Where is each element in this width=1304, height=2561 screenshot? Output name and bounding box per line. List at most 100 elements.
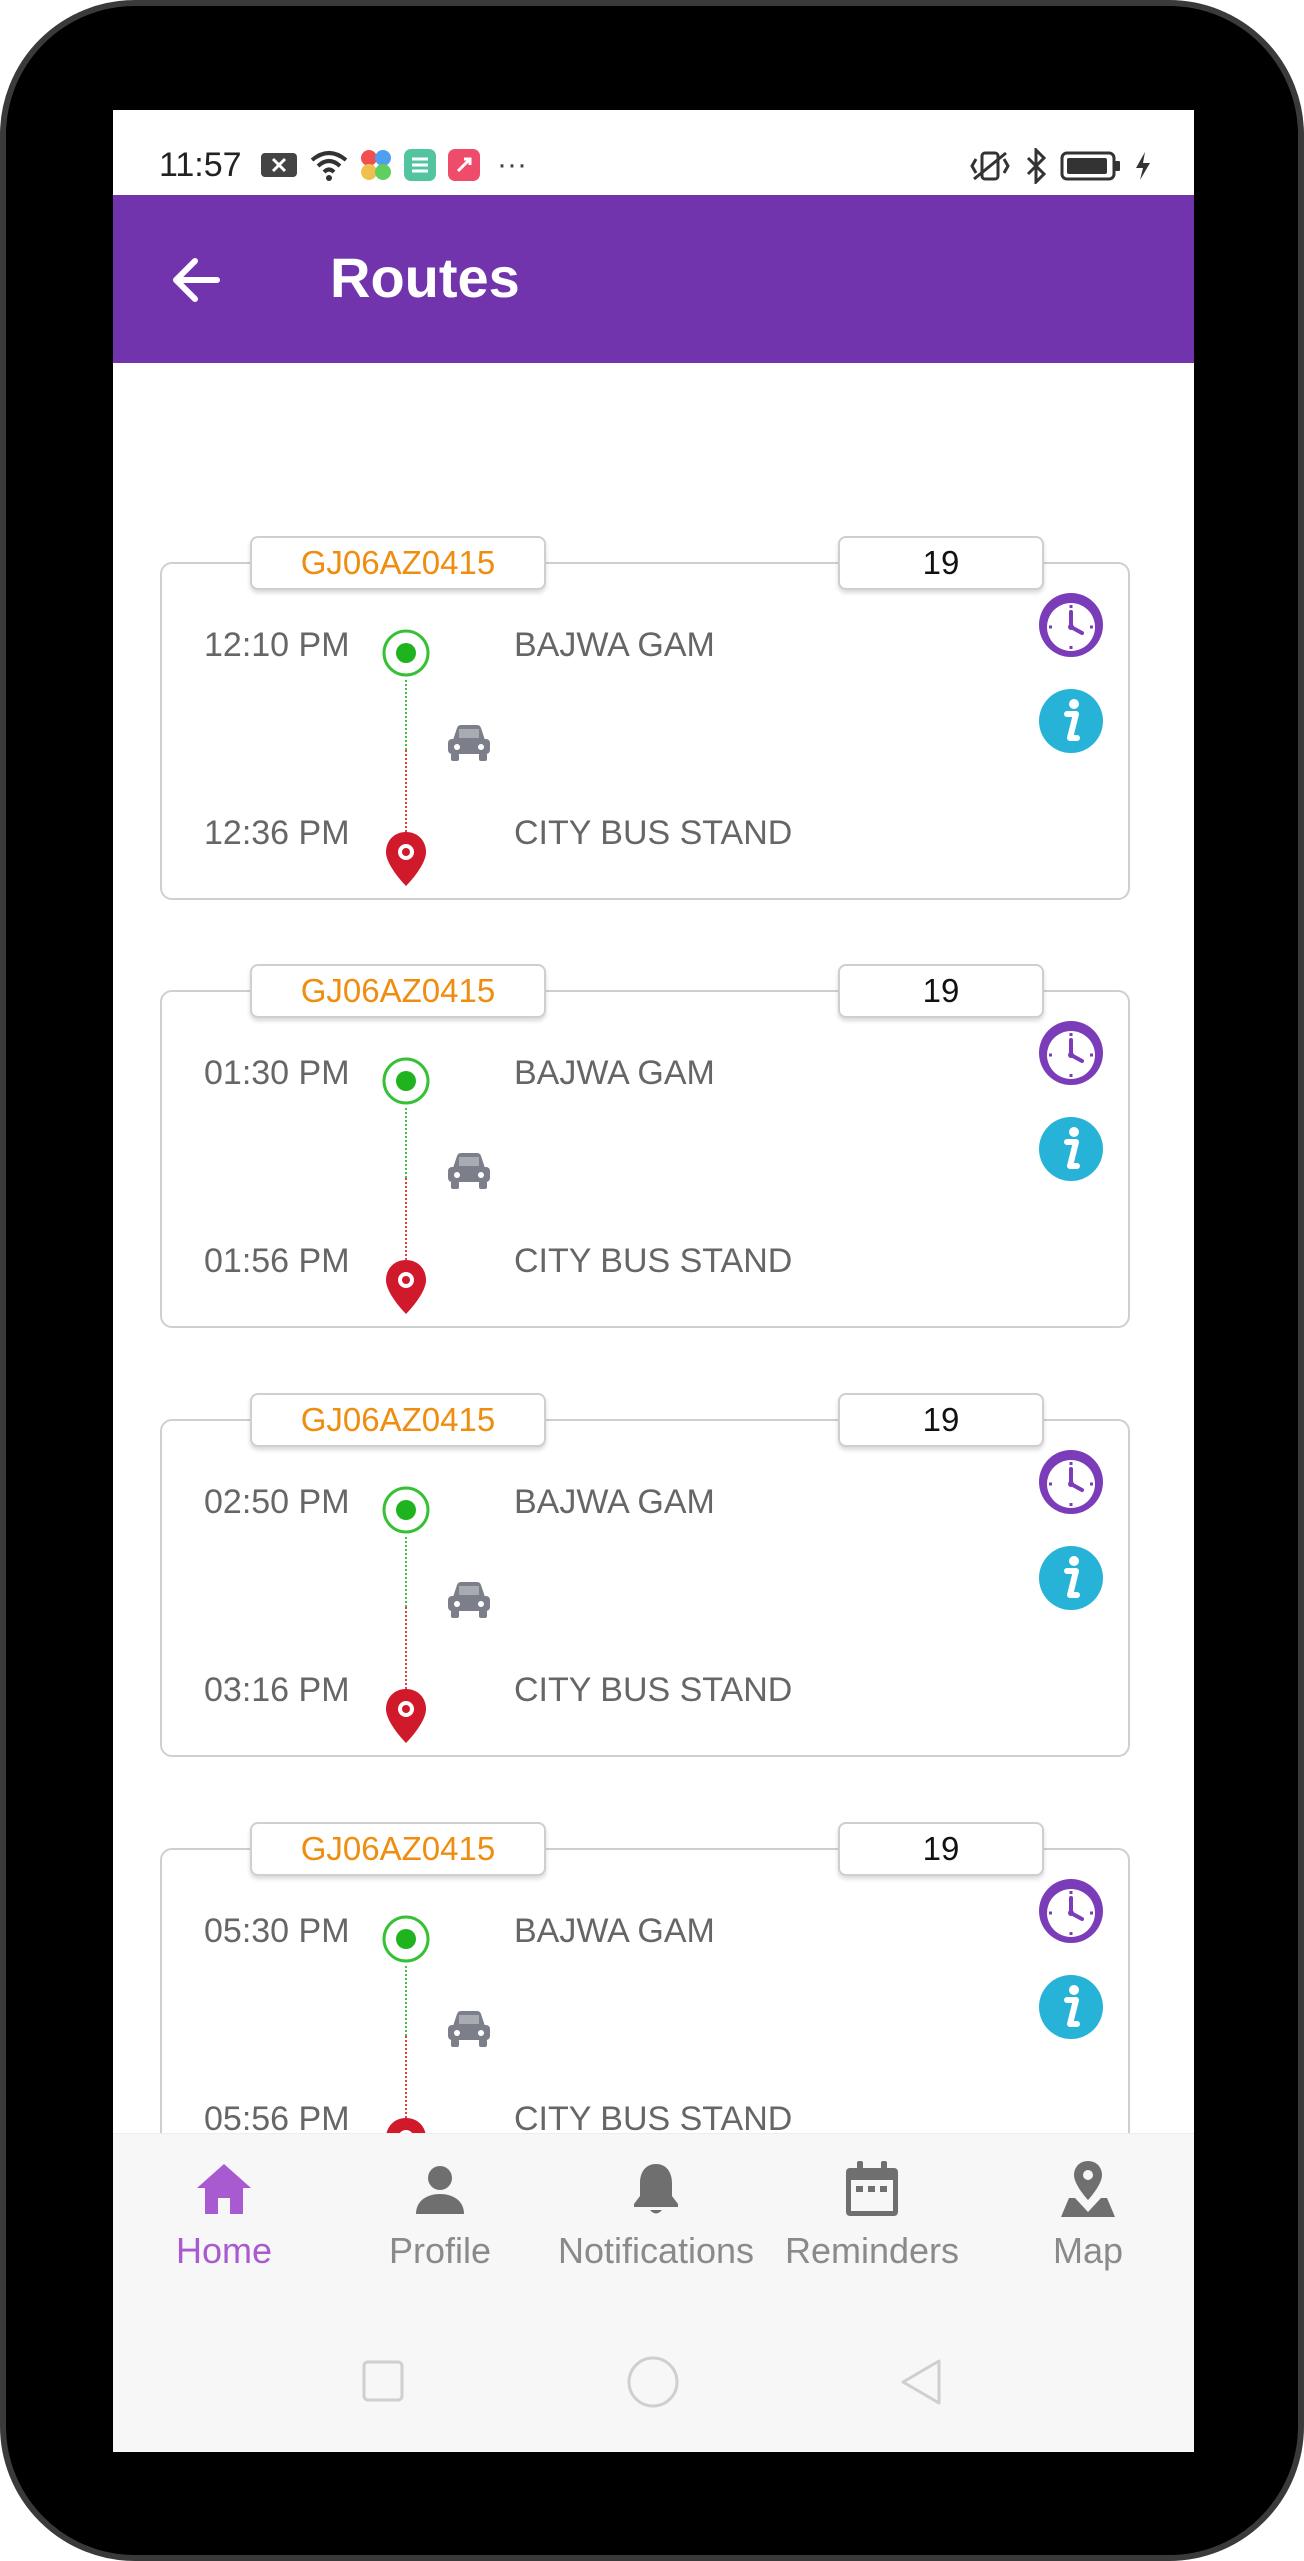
info-button[interactable] bbox=[1036, 1114, 1106, 1184]
departure-stop: BAJWA GAM bbox=[514, 1483, 715, 1521]
arrival-stop: CITY BUS STAND bbox=[514, 1242, 793, 1280]
app-red-icon bbox=[448, 149, 480, 181]
schedule-button[interactable] bbox=[1036, 1447, 1106, 1517]
route-line-start bbox=[405, 1108, 407, 1178]
car-icon bbox=[448, 1153, 490, 1189]
arrival-time: 03:16 PM bbox=[204, 1671, 350, 1709]
nav-item-map[interactable]: Map bbox=[983, 2158, 1193, 2288]
app-colorful-icon bbox=[361, 150, 391, 180]
nav-label-reminders: Reminders bbox=[784, 2230, 960, 2271]
info-button[interactable] bbox=[1036, 1543, 1106, 1613]
person-icon bbox=[416, 2166, 464, 2214]
info-button[interactable] bbox=[1036, 686, 1106, 756]
route-line-end bbox=[405, 750, 407, 832]
nav-item-reminders[interactable]: Reminders bbox=[767, 2158, 977, 2288]
bottom-nav: Home Profile Notifications Reminders Map bbox=[113, 2133, 1194, 2306]
vibrate-icon bbox=[970, 151, 1010, 181]
nav-label-map: Map bbox=[1052, 2230, 1124, 2271]
bluetooth-icon bbox=[1026, 148, 1047, 184]
nav-item-notifications[interactable]: Notifications bbox=[551, 2158, 761, 2288]
departure-stop: BAJWA GAM bbox=[514, 626, 715, 664]
nav-label-profile: Profile bbox=[388, 2230, 492, 2271]
info-icon bbox=[1039, 1117, 1103, 1181]
route-line-start bbox=[405, 1537, 407, 1607]
calendar-icon bbox=[846, 2161, 898, 2216]
status-icons-left: ··· bbox=[259, 148, 527, 182]
clock-icon bbox=[1039, 1450, 1103, 1514]
battery-icon bbox=[1060, 151, 1120, 181]
route-number: 19 bbox=[838, 1822, 1044, 1876]
nav-label-notifications: Notifications bbox=[557, 2230, 755, 2271]
car-icon bbox=[448, 725, 490, 761]
car-icon bbox=[448, 2011, 490, 2047]
bell-icon bbox=[634, 2164, 678, 2214]
schedule-button[interactable] bbox=[1036, 590, 1106, 660]
map-pin-icon bbox=[1061, 2161, 1115, 2217]
route-line-start bbox=[405, 680, 407, 750]
home-system-button[interactable] bbox=[626, 2355, 680, 2409]
destination-pin-icon bbox=[386, 1689, 426, 1743]
schedule-button[interactable] bbox=[1036, 1876, 1106, 1946]
status-bar: 11:57 ··· bbox=[113, 110, 1194, 195]
vehicle-plate: GJ06AZ0415 bbox=[250, 1393, 546, 1447]
route-number: 19 bbox=[838, 536, 1044, 590]
route-card[interactable]: GJ06AZ0415 19 12:10 PM BAJWA GAM 12:36 P… bbox=[160, 536, 1130, 900]
departure-time: 01:30 PM bbox=[204, 1054, 350, 1092]
start-point-icon bbox=[382, 1057, 430, 1105]
clock-icon bbox=[1039, 1021, 1103, 1085]
app-green-icon bbox=[404, 149, 436, 181]
arrival-stop: CITY BUS STAND bbox=[514, 1671, 793, 1709]
route-line-start bbox=[405, 1966, 407, 2036]
page-title: Routes bbox=[330, 246, 520, 309]
app-bar: Routes bbox=[113, 195, 1194, 363]
system-nav-bar bbox=[113, 2305, 1194, 2452]
car-icon bbox=[448, 1582, 490, 1618]
schedule-button[interactable] bbox=[1036, 1018, 1106, 1088]
info-icon bbox=[1039, 1546, 1103, 1610]
back-system-button[interactable] bbox=[897, 2357, 945, 2407]
departure-time: 02:50 PM bbox=[204, 1483, 350, 1521]
arrow-back-icon bbox=[173, 258, 220, 302]
info-button[interactable] bbox=[1036, 1972, 1106, 2042]
vehicle-plate: GJ06AZ0415 bbox=[250, 964, 546, 1018]
nav-label-home: Home bbox=[175, 2230, 273, 2271]
arrival-time: 12:36 PM bbox=[204, 814, 350, 852]
vehicle-plate: GJ06AZ0415 bbox=[250, 536, 546, 590]
destination-pin-icon bbox=[386, 1260, 426, 1314]
more-notifications-indicator: ··· bbox=[497, 148, 527, 181]
start-point-icon bbox=[382, 1486, 430, 1534]
departure-time: 12:10 PM bbox=[204, 626, 350, 664]
wifi-icon bbox=[310, 151, 348, 181]
arrival-time: 01:56 PM bbox=[204, 1242, 350, 1280]
phone-screen: 11:57 ··· Routes GJ06AZ0415 19 12:10 PM bbox=[113, 110, 1194, 2452]
start-point-icon bbox=[382, 629, 430, 677]
info-icon bbox=[1039, 1975, 1103, 2039]
back-button[interactable] bbox=[163, 247, 229, 313]
clock-icon bbox=[1039, 593, 1103, 657]
arrival-stop: CITY BUS STAND bbox=[514, 814, 793, 852]
departure-time: 05:30 PM bbox=[204, 1912, 350, 1950]
route-line-end bbox=[405, 2036, 407, 2118]
route-line-end bbox=[405, 1607, 407, 1689]
route-card[interactable]: GJ06AZ0415 19 01:30 PM BAJWA GAM 01:56 P… bbox=[160, 964, 1130, 1328]
status-time: 11:57 bbox=[159, 146, 242, 184]
departure-stop: BAJWA GAM bbox=[514, 1912, 715, 1950]
charging-icon bbox=[1136, 152, 1150, 180]
nav-item-home[interactable]: Home bbox=[119, 2158, 329, 2288]
start-point-icon bbox=[382, 1915, 430, 1963]
home-icon bbox=[197, 2164, 251, 2214]
info-icon bbox=[1039, 689, 1103, 753]
vehicle-plate: GJ06AZ0415 bbox=[250, 1822, 546, 1876]
status-icons-right bbox=[968, 148, 1152, 184]
route-number: 19 bbox=[838, 1393, 1044, 1447]
departure-stop: BAJWA GAM bbox=[514, 1054, 715, 1092]
clock-icon bbox=[1039, 1879, 1103, 1943]
recent-apps-button[interactable] bbox=[361, 2359, 405, 2403]
route-number: 19 bbox=[838, 964, 1044, 1018]
route-card[interactable]: GJ06AZ0415 19 02:50 PM BAJWA GAM 03:16 P… bbox=[160, 1393, 1130, 1757]
notification-dismiss-icon bbox=[261, 153, 297, 177]
nav-item-profile[interactable]: Profile bbox=[335, 2158, 545, 2288]
routes-list: GJ06AZ0415 19 12:10 PM BAJWA GAM 12:36 P… bbox=[113, 363, 1194, 2186]
route-line-end bbox=[405, 1178, 407, 1260]
destination-pin-icon bbox=[386, 832, 426, 886]
